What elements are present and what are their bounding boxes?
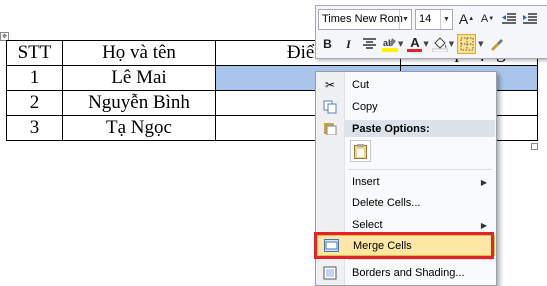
center-align-button[interactable] [360,34,379,54]
font-color-swatch [407,49,423,52]
clipboard-icon [354,143,367,159]
menu-separator [348,169,492,170]
cell-name[interactable]: Lê Mai [62,65,216,91]
menu-item-label: Insert [352,176,380,188]
increase-indent-button[interactable] [520,9,539,29]
cell-stt[interactable]: 1 [6,65,63,91]
chevron-down-icon[interactable]: ▼ [478,40,483,48]
header-cell-stt[interactable]: STT [6,40,63,66]
menu-item-label: Copy [352,101,378,113]
table-resize-handle[interactable] [531,143,538,150]
align-center-icon [363,38,376,49]
borders-icon [460,37,474,51]
font-color-button[interactable]: A [406,34,423,54]
merge-cells-highlight-box [314,232,494,259]
shading-button[interactable] [432,34,449,54]
chevron-down-icon[interactable]: ▼ [399,9,411,29]
grow-font-icon: A [458,11,469,27]
mini-toolbar-row-font: Times New Rom ▼ 14 ▼ A ▲ A ▼ [318,8,541,30]
format-painter-icon [491,39,504,51]
chevron-down-icon[interactable]: ▼ [423,40,428,48]
format-painter-button[interactable] [487,34,506,54]
font-size-combo[interactable]: 14 ▼ [415,8,453,30]
mini-toolbar: Times New Rom ▼ 14 ▼ A ▲ A ▼ B I ab ▼ A ▼ [315,5,547,59]
cell-name[interactable]: Tạ Ngọc [62,115,216,141]
cell-stt[interactable]: 3 [6,115,63,141]
grow-font-button[interactable]: A ▲ [457,9,476,29]
borders-button[interactable] [457,34,477,54]
menu-separator [348,259,492,260]
chevron-down-icon[interactable]: ▼ [398,40,403,48]
font-name-combo[interactable]: Times New Rom ▼ [318,8,412,30]
shrink-font-button[interactable]: A ▼ [478,9,497,29]
highlight-button[interactable]: ab [381,34,398,54]
italic-button[interactable]: I [339,34,358,54]
header-cell-name[interactable]: Họ và tên [62,40,216,66]
menu-item-label: Borders and Shading... [352,267,465,279]
decrease-indent-button[interactable] [499,9,518,29]
menu-item-delete-cells[interactable]: Delete Cells... [316,193,496,213]
paste-options-header: Paste Options: [345,120,495,137]
menu-item-borders-shading[interactable]: Borders and Shading... [316,263,496,283]
menu-item-copy[interactable]: Copy [316,97,496,117]
menu-item-cut[interactable]: ✂ Cut [316,75,496,95]
paste-icon [322,120,338,136]
copy-icon [322,99,338,115]
chevron-down-icon[interactable]: ▼ [449,40,454,48]
mini-toolbar-row-format: B I ab ▼ A ▼ ▼ ▼ [318,33,508,55]
menu-item-label: Cut [352,79,370,91]
menu-item-insert[interactable]: Insert ▶ [316,172,496,192]
decrease-indent-icon [501,13,516,24]
submenu-arrow-icon: ▶ [480,177,487,187]
shrink-font-icon: A [480,13,489,25]
menu-item-label: Delete Cells... [352,197,421,209]
highlighter-icon: ab [381,38,398,52]
submenu-arrow-icon: ▶ [480,220,487,230]
borders-shading-icon [322,265,338,281]
font-name-value: Times New Rom [322,13,403,25]
font-size-value: 14 [419,13,432,25]
scissors-icon: ✂ [324,78,336,92]
paste-options-label: Paste Options: [352,122,430,135]
bold-button[interactable]: B [318,34,337,54]
increase-indent-icon [522,13,537,24]
paint-bucket-icon [432,37,449,52]
chevron-down-icon[interactable]: ▼ [440,9,452,29]
cell-stt[interactable]: 2 [6,90,63,116]
cell-name[interactable]: Nguyễn Bình [62,90,216,116]
font-color-icon: A [410,35,420,50]
paste-keep-text-button[interactable] [350,140,371,162]
menu-item-label: Select [352,219,383,231]
